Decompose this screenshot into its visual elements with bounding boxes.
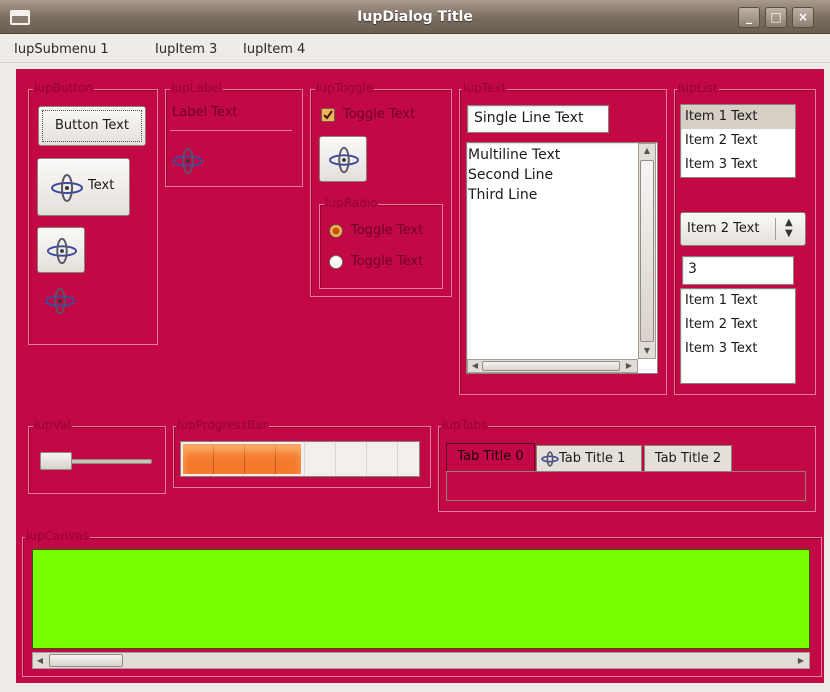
text-frame-title: IupText xyxy=(462,81,508,95)
iup-logo-icon[interactable] xyxy=(44,286,76,316)
vertical-scroll-thumb[interactable] xyxy=(640,160,654,342)
label-text: Label Text xyxy=(172,105,238,120)
menu-item-3[interactable]: IupItem 3 xyxy=(155,41,217,59)
close-button[interactable]: × xyxy=(792,7,814,28)
list3-item-3[interactable]: Item 3 Text xyxy=(681,337,795,361)
horizontal-scroll-thumb[interactable] xyxy=(482,361,620,371)
menu-submenu-1[interactable]: IupSubmenu 1 xyxy=(14,41,109,59)
label-separator xyxy=(170,130,292,131)
scroll-left-arrow-icon[interactable]: ◀ xyxy=(470,361,480,370)
minimize-button[interactable]: _ xyxy=(738,7,760,28)
iup-logo-icon xyxy=(172,147,204,175)
tab-content-panel xyxy=(446,471,806,501)
iup-logo-icon xyxy=(46,237,78,265)
image-toggle-button[interactable] xyxy=(319,136,367,182)
text-button[interactable]: Button Text xyxy=(38,106,146,146)
progress-frame-title: IupProgressBar xyxy=(176,418,269,432)
toggle-frame-title: IupToggle xyxy=(315,81,375,95)
list1-item-1[interactable]: Item 1 Text xyxy=(681,105,795,129)
dropdown-divider xyxy=(775,218,776,240)
radio-frame xyxy=(319,204,443,289)
toggle-label[interactable]: Toggle Text xyxy=(343,107,415,122)
canvas-horizontal-scrollbar[interactable]: ◀ ▶ xyxy=(32,652,810,669)
radio-selected-icon[interactable] xyxy=(329,224,343,238)
scroll-right-arrow-icon[interactable]: ▶ xyxy=(624,361,634,370)
maximize-button[interactable]: □ xyxy=(765,7,787,28)
iup-logo-icon xyxy=(51,174,83,202)
list3-item-1[interactable]: Item 1 Text xyxy=(681,289,795,313)
tab-title-2[interactable]: Tab Title 2 xyxy=(644,445,732,471)
editbox-list-input[interactable]: 3 xyxy=(682,256,794,285)
tab-title-0[interactable]: Tab Title 0 xyxy=(446,443,535,471)
horizontal-scrollbar[interactable]: ◀ ▶ xyxy=(467,359,638,373)
list-box-1[interactable]: Item 1 Text Item 2 Text Item 3 Text xyxy=(680,104,796,178)
tab-title-1-label: Tab Title 1 xyxy=(559,451,626,466)
dropdown-value: Item 2 Text xyxy=(687,221,760,236)
single-line-text-input[interactable]: Single Line Text xyxy=(467,105,609,133)
window-title: IupDialog Title xyxy=(357,9,473,25)
spin-arrows-icon: ▲ ▼ xyxy=(785,217,793,239)
list-frame-title: IupList xyxy=(677,81,719,95)
menu-bar xyxy=(0,35,830,63)
progress-bar xyxy=(180,441,420,477)
menu-item-4[interactable]: IupItem 4 xyxy=(243,41,305,59)
progress-bar-fill xyxy=(183,444,301,474)
radio-frame-title: IupRadio xyxy=(324,196,379,210)
vertical-scrollbar[interactable]: ▲ ▼ xyxy=(638,143,656,359)
icon-text-button[interactable]: Text xyxy=(37,158,130,216)
drawing-canvas[interactable] xyxy=(32,549,810,649)
radio-option-2[interactable]: Toggle Text xyxy=(351,254,423,269)
list-box-3[interactable]: Item 1 Text Item 2 Text Item 3 Text xyxy=(680,288,796,384)
tabs-frame-title: IupTabs xyxy=(441,418,489,432)
val-frame-title: IupVal xyxy=(33,418,72,432)
radio-unselected-icon[interactable] xyxy=(329,255,343,269)
scroll-right-arrow-icon[interactable]: ▶ xyxy=(796,656,806,665)
multiline-text-area[interactable]: Multiline Text Second Line Third Line ▲ … xyxy=(466,142,658,374)
list1-item-3[interactable]: Item 3 Text xyxy=(681,153,795,177)
multiline-line-2: Second Line xyxy=(468,167,554,183)
tab-title-1[interactable]: Tab Title 1 xyxy=(536,445,642,471)
label-frame-title: IupLabel xyxy=(170,81,224,95)
button-frame-title: IupButton xyxy=(33,81,94,95)
iup-logo-icon xyxy=(328,146,360,174)
checkbox-checked-icon[interactable] xyxy=(321,108,335,122)
scroll-up-arrow-icon[interactable]: ▲ xyxy=(639,146,655,155)
iup-logo-icon xyxy=(541,451,559,467)
scroll-down-arrow-icon[interactable]: ▼ xyxy=(639,346,655,355)
dropdown-list[interactable]: Item 2 Text ▲ ▼ xyxy=(680,212,806,246)
multiline-line-1: Multiline Text xyxy=(468,147,561,163)
icon-button-label: Text xyxy=(88,178,115,193)
radio-option-1[interactable]: Toggle Text xyxy=(351,223,423,238)
scroll-left-arrow-icon[interactable]: ◀ xyxy=(35,656,45,665)
canvas-scroll-thumb[interactable] xyxy=(49,654,123,667)
canvas-frame-title: IupCanvas xyxy=(25,529,90,543)
val-slider-handle[interactable] xyxy=(40,452,72,470)
list3-item-2[interactable]: Item 2 Text xyxy=(681,313,795,337)
list1-item-2[interactable]: Item 2 Text xyxy=(681,129,795,153)
multiline-line-3: Third Line xyxy=(468,187,538,203)
icon-only-button[interactable] xyxy=(37,227,85,273)
